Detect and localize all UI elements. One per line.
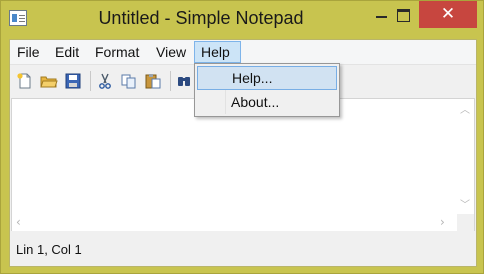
help-menu-dropdown: Help... About... (194, 63, 340, 117)
vertical-scrollbar[interactable]: ︿ ﹀ (456, 99, 473, 214)
new-file-icon[interactable] (16, 72, 34, 90)
window-title: Untitled - Simple Notepad (98, 8, 304, 28)
scroll-left-arrow-icon[interactable]: ‹ (16, 215, 21, 229)
menu-edit[interactable]: Edit (49, 41, 85, 63)
menu-item-help[interactable]: Help... (197, 66, 337, 90)
open-folder-icon[interactable] (40, 72, 58, 90)
horizontal-scrollbar[interactable]: ‹ › (12, 214, 457, 231)
menu-item-help-label: Help... (232, 70, 273, 86)
scroll-down-arrow-icon[interactable]: ﹀ (460, 196, 470, 211)
scroll-up-arrow-icon[interactable]: ︿ (460, 101, 470, 116)
close-icon: ✕ (440, 4, 456, 24)
cut-icon[interactable] (96, 72, 114, 90)
menu-item-about-label: About... (231, 94, 280, 110)
menu-view[interactable]: View (150, 41, 192, 63)
app-window: Untitled - Simple Notepad ✕ File Edit Fo… (0, 0, 484, 274)
status-bar: Lin 1, Col 1 (10, 233, 476, 266)
text-editor[interactable] (11, 98, 475, 231)
title-bar[interactable]: Untitled - Simple Notepad ✕ (1, 1, 484, 39)
toolbar-separator (90, 71, 91, 91)
maximize-button[interactable] (391, 1, 417, 30)
scrollbar-corner (457, 214, 474, 231)
copy-icon[interactable] (120, 72, 138, 90)
paste-icon[interactable] (144, 72, 162, 90)
menu-file[interactable]: File (11, 41, 46, 63)
find-icon[interactable] (176, 72, 194, 90)
scroll-right-arrow-icon[interactable]: › (440, 215, 445, 229)
menu-help[interactable]: Help (194, 41, 241, 63)
toolbar-separator (170, 71, 171, 91)
menu-bar: File Edit Format View Help (10, 40, 476, 65)
menu-item-about[interactable]: About... (197, 91, 337, 115)
menu-format[interactable]: Format (89, 41, 145, 63)
close-button[interactable]: ✕ (419, 1, 477, 28)
save-icon[interactable] (64, 72, 82, 90)
cursor-position: Lin 1, Col 1 (16, 242, 82, 257)
